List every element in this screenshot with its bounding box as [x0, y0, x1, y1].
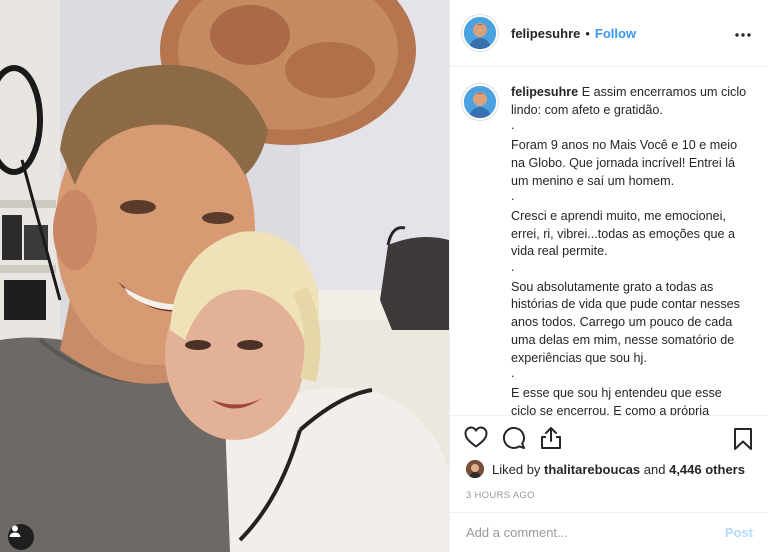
caption-paragraph: Cresci e aprendi muito, me emocionei, er…	[511, 208, 735, 259]
action-bar	[464, 426, 562, 452]
tagged-people-button[interactable]	[8, 524, 34, 550]
likes-summary: Liked by thalitareboucas and 4,446 other…	[466, 460, 745, 478]
separator-dot: •	[585, 25, 590, 41]
caption-avatar[interactable]	[462, 84, 498, 120]
heart-icon[interactable]	[464, 426, 488, 452]
post-comment-button[interactable]: Post	[725, 525, 753, 540]
profile-picture	[464, 86, 496, 118]
more-options-icon[interactable]	[735, 24, 751, 42]
bookmark-icon[interactable]	[733, 427, 753, 456]
likes-count[interactable]: 4,446 others	[669, 462, 745, 477]
likes-connector: and	[643, 461, 666, 477]
caption-paragraph: E esse que sou hj entendeu que esse cicl…	[511, 385, 722, 415]
share-icon[interactable]	[540, 426, 562, 452]
caption-paragraph: Foram 9 anos no Mais Você e 10 e meio na…	[511, 138, 738, 188]
caption-text: felipesuhre E assim encerramos um ciclo …	[511, 84, 747, 415]
liker-username[interactable]: thalitareboucas	[544, 462, 640, 477]
selfie-image	[0, 0, 449, 552]
post-actions: Liked by thalitareboucas and 4,446 other…	[450, 415, 768, 551]
follow-button[interactable]: Follow	[595, 26, 636, 41]
profile-picture	[464, 17, 496, 49]
comment-icon[interactable]	[502, 426, 526, 452]
caption-area: felipesuhre E assim encerramos um ciclo …	[450, 68, 768, 415]
caption-separator: .	[511, 366, 515, 381]
post-photo[interactable]	[0, 0, 449, 552]
avatar[interactable]	[462, 15, 498, 51]
post-timestamp[interactable]: 3 HOURS AGO	[466, 490, 535, 501]
caption-separator: .	[511, 118, 515, 133]
caption-separator: .	[511, 189, 515, 204]
comment-input[interactable]	[466, 525, 725, 540]
caption-paragraph: Sou absolutamente grato a todas as histó…	[511, 279, 740, 365]
comment-bar: Post	[450, 512, 768, 552]
header-username[interactable]: felipesuhre	[511, 26, 580, 41]
liker-avatar[interactable]	[466, 460, 484, 478]
liked-by-label: Liked by	[492, 461, 541, 477]
post-sidebar: felipesuhre • Follow felipesuhre E assim…	[449, 0, 768, 552]
caption-username[interactable]: felipesuhre	[511, 85, 578, 99]
caption-separator: .	[511, 260, 515, 274]
person-icon	[9, 525, 21, 537]
post-header: felipesuhre • Follow	[450, 0, 768, 67]
